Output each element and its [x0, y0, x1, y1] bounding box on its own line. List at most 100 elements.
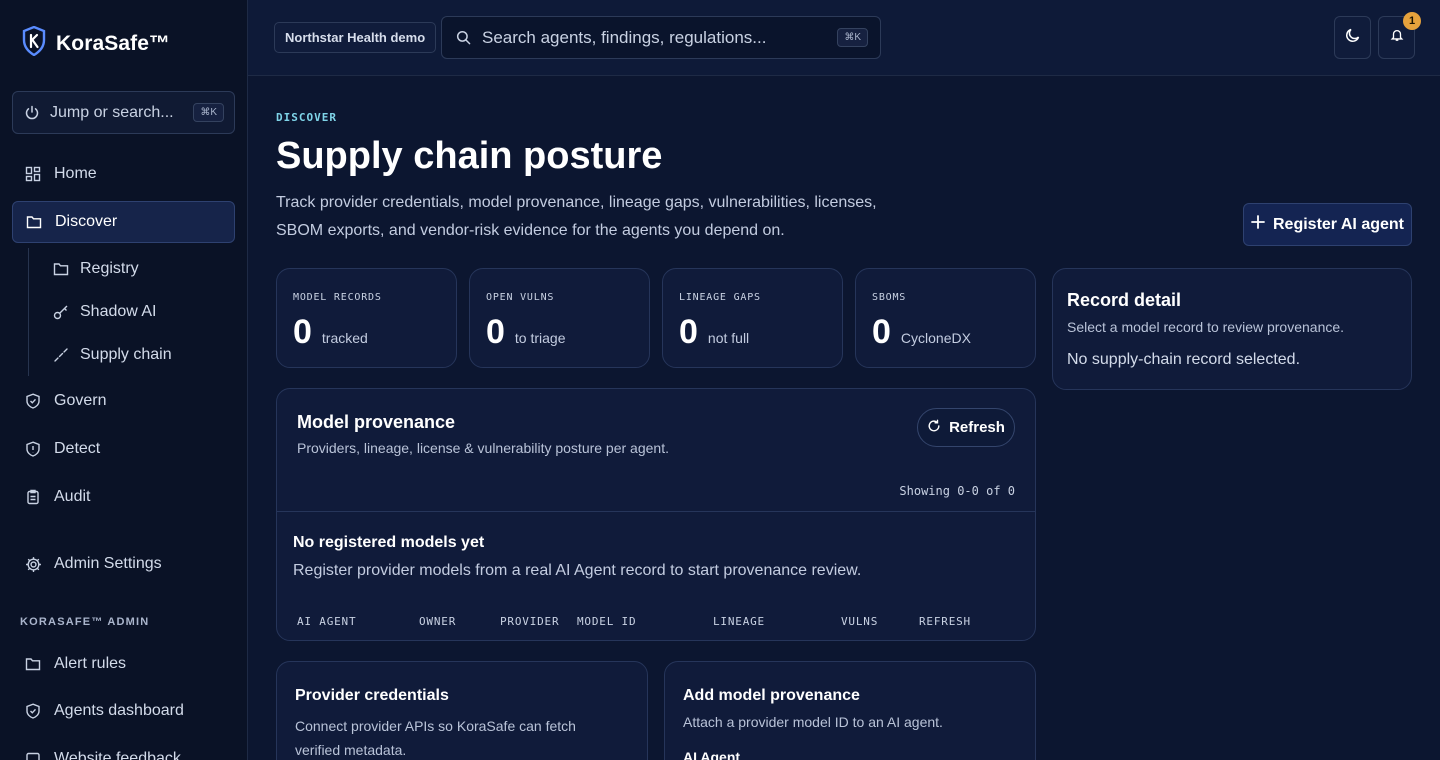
notifications-button[interactable]: 1 [1378, 12, 1421, 59]
stat-caption: not full [707, 330, 750, 346]
brand-name: KoraSafe™ [56, 31, 171, 55]
stat-value-row: 0 tracked [293, 313, 368, 352]
sidebar-item-alert-rules[interactable]: Alert rules [12, 643, 235, 685]
stat-value-row: 0 to triage [486, 313, 566, 352]
sidebar-item-label: Shadow AI [80, 303, 157, 320]
column-header-provider[interactable]: PROVIDER [500, 615, 559, 628]
jump-shortcut: ⌘K [193, 103, 224, 122]
page-eyebrow: DISCOVER [276, 111, 337, 124]
grid-icon [24, 165, 42, 183]
model-provenance-card: Model provenance Providers, lineage, lic… [276, 388, 1036, 641]
sidebar-item-label: Agents dashboard [54, 702, 184, 719]
brand[interactable]: KoraSafe™ [22, 25, 171, 61]
power-icon [23, 104, 41, 122]
theme-toggle-button[interactable] [1334, 16, 1371, 59]
stat-card-lineage-gaps: LINEAGE GAPS 0 not full [662, 268, 843, 368]
sidebar-item-label: Detect [54, 440, 101, 457]
moon-icon [1345, 27, 1361, 48]
sidebar-item-discover[interactable]: Discover [12, 201, 235, 243]
sidebar-item-detect[interactable]: Detect [12, 428, 235, 470]
sidebar-item-audit[interactable]: Audit [12, 476, 235, 518]
stat-label: LINEAGE GAPS [679, 292, 761, 303]
stat-label: OPEN VULNS [486, 292, 555, 303]
refresh-label: Refresh [949, 419, 1005, 436]
subnav-divider [28, 248, 29, 376]
column-header-vulns[interactable]: VULNS [841, 615, 878, 628]
sidebar-item-supply-chain[interactable]: Supply chain [40, 336, 235, 374]
stat-caption: to triage [514, 330, 566, 346]
shield-check-icon [24, 392, 42, 410]
record-detail-title: Record detail [1067, 290, 1182, 310]
org-switcher[interactable]: Northstar Health demo [274, 22, 437, 53]
link-chain-icon [52, 346, 70, 364]
sidebar-item-label: Govern [54, 392, 107, 409]
jump-search-label: Jump or search... [50, 103, 174, 121]
stat-label: MODEL RECORDS [293, 292, 382, 303]
sidebar-item-label: Website feedback [54, 750, 181, 760]
sidebar-item-label: Registry [80, 260, 139, 277]
record-detail-empty: No supply-chain record selected. [1067, 351, 1301, 368]
pagination-summary: Showing 0-0 of 0 [899, 484, 1015, 498]
stat-label: SBOMS [872, 292, 907, 303]
refresh-button[interactable]: Refresh [917, 408, 1015, 447]
sidebar: KoraSafe™ Jump or search... ⌘K Home Disc… [0, 0, 248, 760]
add-provenance-subtitle: Attach a provider model ID to an AI agen… [683, 714, 943, 730]
jump-search-button[interactable]: Jump or search... ⌘K [12, 91, 235, 134]
record-detail-subtitle: Select a model record to review provenan… [1067, 319, 1345, 335]
column-header-model-id[interactable]: MODEL ID [577, 615, 636, 628]
sidebar-item-label: Admin Settings [54, 555, 162, 572]
folder-icon [25, 213, 43, 231]
stat-number: 0 [486, 313, 505, 351]
search-placeholder: Search agents, findings, regulations... [482, 27, 767, 47]
sidebar-item-admin-settings[interactable]: Admin Settings [12, 543, 235, 585]
page-title: Supply chain posture [276, 135, 663, 177]
sidebar-item-label: Discover [55, 213, 118, 230]
global-search[interactable]: Search agents, findings, regulations... … [441, 16, 881, 59]
sidebar-item-agents-dashboard[interactable]: Agents dashboard [12, 690, 235, 732]
notification-badge: 1 [1403, 12, 1421, 30]
gear-icon [24, 555, 42, 573]
shield-check-icon [24, 702, 42, 720]
column-header-refresh[interactable]: REFRESH [919, 615, 971, 628]
admin-section-label: KORASAFE™ ADMIN [20, 616, 150, 628]
empty-state-text: Register provider models from a real AI … [293, 562, 862, 579]
stat-card-model-records: MODEL RECORDS 0 tracked [276, 268, 457, 368]
add-provenance-title: Add model provenance [683, 687, 860, 704]
stat-value-row: 0 not full [679, 313, 749, 352]
sidebar-item-label: Home [54, 165, 97, 182]
column-header-owner[interactable]: OWNER [419, 615, 456, 628]
stat-number: 0 [679, 313, 698, 351]
shield-icon [24, 440, 42, 458]
search-icon [454, 29, 472, 47]
folder-icon [52, 260, 70, 278]
card-divider [277, 511, 1035, 512]
plus-icon [1251, 215, 1265, 234]
sidebar-item-label: Alert rules [54, 655, 127, 672]
sidebar-item-registry[interactable]: Registry [40, 250, 235, 288]
stat-card-sboms: SBOMS 0 CycloneDX [855, 268, 1036, 368]
bell-icon [1390, 28, 1404, 47]
stat-value-row: 0 CycloneDX [872, 313, 971, 352]
register-ai-agent-button[interactable]: Register AI agent [1243, 203, 1412, 246]
message-icon [24, 750, 42, 760]
provenance-subtitle: Providers, lineage, license & vulnerabil… [297, 440, 669, 456]
sidebar-item-label: Audit [54, 488, 91, 505]
topbar: Northstar Health demo Search agents, fin… [248, 0, 1440, 76]
add-provenance-card: Add model provenance Attach a provider m… [664, 661, 1036, 760]
sidebar-item-website-feedback[interactable]: Website feedback [12, 738, 235, 760]
sidebar-item-home[interactable]: Home [12, 153, 235, 195]
record-detail-card: Record detail Select a model record to r… [1052, 268, 1412, 390]
provenance-title: Model provenance [297, 412, 456, 432]
search-shortcut: ⌘K [837, 28, 868, 47]
column-header-ai-agent[interactable]: AI AGENT [297, 615, 356, 628]
sidebar-item-shadow-ai[interactable]: Shadow AI [40, 293, 235, 331]
column-header-lineage[interactable]: LINEAGE [713, 615, 765, 628]
clipboard-icon [24, 488, 42, 506]
credentials-title: Provider credentials [295, 687, 449, 704]
stat-caption: CycloneDX [900, 330, 971, 346]
key-icon [52, 303, 70, 321]
provider-credentials-card: Provider credentials Connect provider AP… [276, 661, 648, 760]
credentials-subtitle: Connect provider APIs so KoraSafe can fe… [295, 718, 576, 758]
sidebar-item-govern[interactable]: Govern [12, 380, 235, 422]
korasafe-logo-icon [22, 25, 46, 61]
